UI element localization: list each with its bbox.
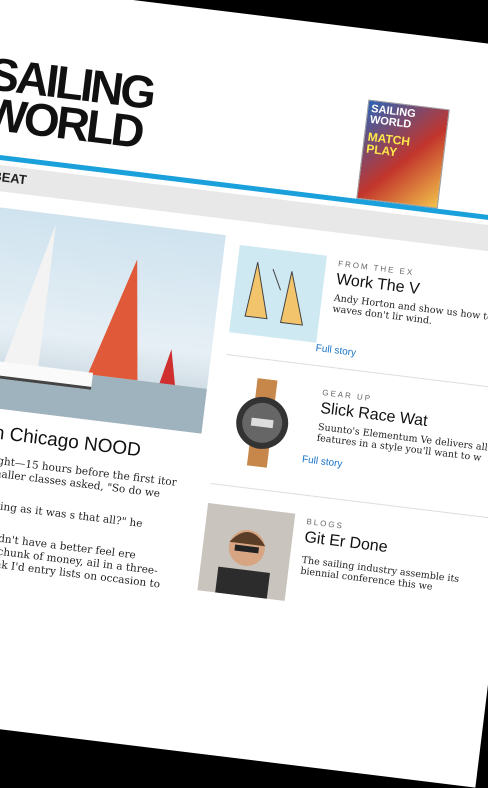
side-story-0: FROM THE EX Work The V Andy Horton and s… (229, 244, 488, 359)
web-page: SAILING WORLD SAILING WORLD MATCH PLAY S… (0, 0, 488, 788)
story-title[interactable]: Git Er Done (303, 529, 389, 557)
story-description: The sailing industry assemble its bienni… (299, 554, 460, 593)
magazine-cover[interactable]: SAILING WORLD MATCH PLAY (356, 99, 450, 209)
full-story-link[interactable]: Full story (315, 343, 357, 359)
story-description: Andy Horton and show us how to sl the wa… (331, 292, 488, 327)
full-story-link[interactable]: Full story (301, 454, 343, 470)
blogger-portrait-thumbnail[interactable] (197, 502, 296, 601)
watch-thumbnail[interactable] (213, 373, 312, 472)
story-kicker: BLOGS (305, 517, 345, 531)
sailing-world-logo[interactable]: SAILING WORLD (0, 47, 156, 158)
spinnaker-sail (87, 255, 153, 381)
side-story-2: BLOGS Git Er Done The sailing industry a… (197, 502, 488, 601)
hero-image[interactable] (0, 200, 226, 434)
story-body: on Thursday night—15 hours before the fi… (0, 445, 187, 612)
sailing-diagram-thumbnail[interactable] (229, 244, 328, 343)
side-story-1: GEAR UP Slick Race Wat Suunto's Elementu… (213, 373, 488, 472)
